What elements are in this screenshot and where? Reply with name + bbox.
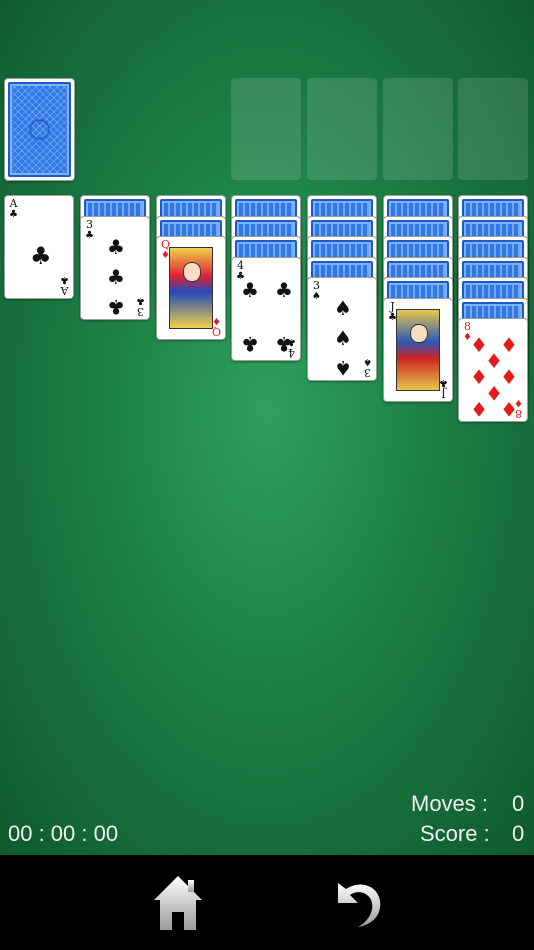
card-rank: 3 (86, 217, 93, 231)
face-up-card[interactable]: 3 ♣ 3 ♣ ♣ ♣ ♣ (80, 215, 150, 320)
undo-button[interactable] (326, 868, 386, 938)
face-up-card[interactable]: J ♣ J ♣ (383, 297, 453, 402)
card-rank: J (390, 299, 395, 313)
moves-label: Moves : (411, 791, 489, 816)
suit-pip: ♣ (107, 264, 125, 289)
face-up-card[interactable]: 4 ♣ 4 ♣ ♣ ♣ ♣ ♣ (231, 256, 301, 361)
card-suit: ♣ (9, 209, 18, 220)
foundation-slot-2[interactable] (307, 78, 377, 180)
foundation-slot-1[interactable] (231, 78, 301, 180)
suit-pip: ♠ (334, 356, 352, 380)
card-rank: 3 (137, 304, 144, 318)
court-card-art (169, 247, 213, 329)
foundation-slot-3[interactable] (383, 78, 453, 180)
card-suit: ♣ (136, 294, 145, 306)
card-corner-index: 3 ♣ (135, 294, 146, 318)
suit-pip: ♦ (500, 397, 518, 421)
card-rank: Q (211, 325, 222, 338)
card-suit: ♣ (60, 274, 69, 285)
face-up-card[interactable]: 3 ♠ 3 ♠ ♠ ♠ ♠ (307, 277, 377, 381)
card-corner-index: 3 ♠ (362, 356, 373, 379)
suit-pip: ♠ (334, 296, 352, 320)
card-back-pattern (8, 82, 71, 177)
card-corner-index: 3 ♣ (84, 219, 95, 241)
card-corner-index: A ♣ (8, 198, 19, 220)
undo-icon (338, 883, 381, 927)
suit-pip: ♣ (30, 242, 52, 270)
foundation-slot-4[interactable] (458, 78, 528, 180)
stock-pile[interactable] (4, 78, 75, 181)
suit-pip: ♣ (107, 294, 125, 319)
court-card-art (396, 308, 440, 391)
card-suit: ♠ (312, 291, 321, 302)
home-button[interactable] (148, 868, 208, 938)
suit-pip: ♦ (470, 397, 488, 421)
suit-pip: ♣ (107, 234, 125, 259)
home-icon (154, 876, 202, 930)
card-rank: J (441, 386, 446, 400)
suit-pip: ♠ (334, 326, 352, 350)
bottom-toolbar (0, 855, 534, 950)
card-suit: ♠ (363, 356, 372, 367)
score-label: Score : (420, 821, 490, 846)
game-table: A ♣ A ♣ ♣ 3 ♣ 3 ♣ ♣ ♣ ♣ Q ♦ Q ♦ 4 ♣ 4 ♣ ♣ ♣ ♣ ♣ 3 ♠ 3 ♠ ♠ ♠ ♠ J ♣ J ♣ 8 ♦ 8 ♦ ♦… (0, 0, 534, 855)
moves-value: 0 (512, 791, 525, 816)
suit-pip: ♣ (275, 277, 293, 302)
suit-pip: ♣ (241, 277, 259, 302)
card-corner-index: A ♣ (59, 274, 70, 297)
card-suit: ♣ (85, 229, 94, 241)
face-up-card[interactable]: A ♣ A ♣ ♣ (4, 195, 74, 299)
score-value: 0 (512, 821, 525, 846)
card-rank: A (60, 284, 69, 297)
face-up-card[interactable]: 8 ♦ 8 ♦ ♦ ♦ ♦ ♦ ♦ ♦ ♦ ♦ (458, 318, 528, 422)
suit-pip: ♣ (275, 331, 293, 356)
card-corner-index: 3 ♠ (311, 280, 322, 302)
suit-pip: ♣ (241, 331, 259, 356)
timer: 00 : 00 : 00 (8, 821, 119, 846)
card-rank: 4 (237, 258, 244, 272)
face-up-card[interactable]: Q ♦ Q ♦ (156, 236, 226, 340)
card-rank: 3 (364, 366, 371, 379)
